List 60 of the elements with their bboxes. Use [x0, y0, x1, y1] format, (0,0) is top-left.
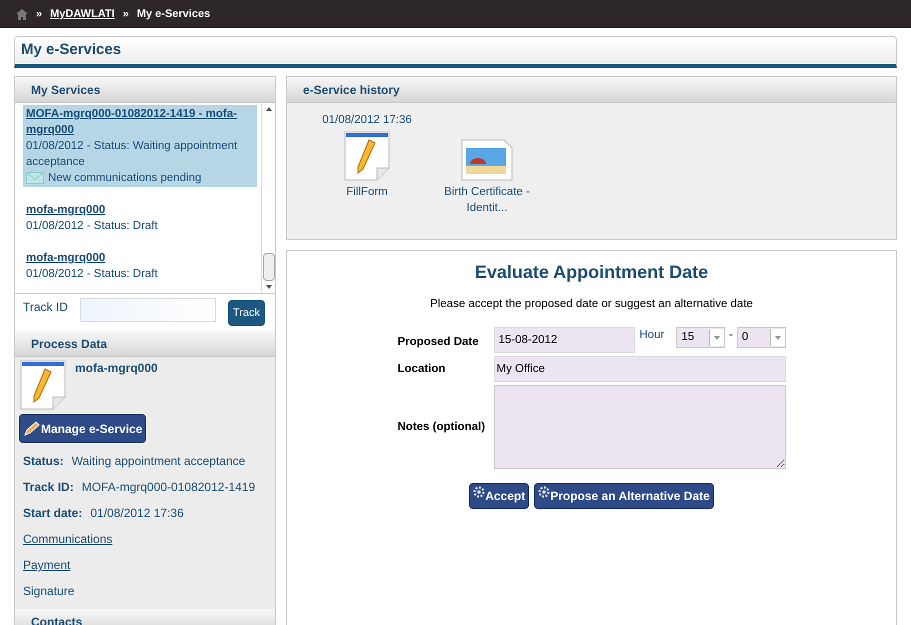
field-label: Status: — [23, 453, 64, 470]
form-instruction: Please accept the proposed date or suggest an alternative date — [430, 297, 753, 312]
service-item[interactable]: mofa-mgrq000 01/08/2012 - Status: Draft — [23, 201, 257, 235]
panel-title: e-Service history — [303, 82, 400, 98]
history-item-label[interactable]: Birth Certificate - Identit... — [437, 184, 537, 216]
service-link[interactable]: mofa-mgrq000 — [26, 250, 254, 266]
hour-select[interactable]: 15 — [676, 327, 725, 348]
form-title: Evaluate Appointment Date — [474, 261, 708, 284]
panel-title: My Services — [31, 82, 100, 98]
service-status: 01/08/2012 - Status: Waiting appointment acceptance — [26, 139, 238, 170]
location-field[interactable]: My Office — [494, 356, 786, 382]
action-button[interactable]: Accept — [469, 483, 530, 510]
service-item[interactable]: MOFA-mgrq000-01082012-1419 - mofa-mgrq000 01/08/2012 - Status: Waiting appointment acceptance New communications pending — [23, 105, 257, 187]
field-label: Start date: — [23, 505, 82, 522]
scrollbar[interactable] — [261, 103, 275, 293]
service-link[interactable]: MOFA-mgrq000-01082012-1419 - mofa-mgrq000 — [26, 106, 254, 138]
breadcrumb-link[interactable]: MyDAWLATI — [50, 6, 115, 22]
proposed-date-field[interactable]: 15-08-2012 — [494, 327, 636, 354]
form-icon — [343, 130, 391, 182]
process-link[interactable]: Communications — [23, 530, 112, 548]
field-value: 01/08/2012 17:36 — [90, 505, 184, 522]
breadcrumb-separator: » — [36, 6, 42, 22]
notice-text: New communications pending — [48, 171, 202, 186]
home-icon[interactable] — [16, 8, 28, 20]
service-item[interactable]: mofa-mgrq000 01/08/2012 - Status: Draft — [23, 249, 257, 283]
gear-icon — [538, 486, 550, 498]
form-icon — [19, 359, 67, 411]
track-button[interactable]: Track — [228, 300, 265, 326]
envelope-icon — [26, 172, 44, 184]
service-status: 01/08/2012 - Status: Draft — [26, 219, 159, 234]
dropdown-icon — [708, 329, 724, 346]
notes-field[interactable] — [494, 385, 786, 470]
service-status: 01/08/2012 - Status: Draft — [26, 267, 159, 282]
history-item-label[interactable]: FillForm — [317, 184, 417, 200]
dropdown-icon — [770, 329, 784, 346]
action-button[interactable]: Propose an Alternative Date — [534, 483, 714, 510]
field-label: Track ID: — [23, 479, 74, 496]
panel-title: Process Data — [31, 336, 108, 352]
service-link[interactable]: mofa-mgrq000 — [26, 202, 254, 218]
gear-icon — [473, 486, 486, 498]
process-item: Signature — [23, 583, 74, 600]
breadcrumb-separator: » — [122, 6, 129, 22]
field-value: MOFA-mgrq000-01082012-1419 — [82, 479, 256, 496]
track-id-field[interactable] — [80, 298, 216, 322]
process-link[interactable]: Payment — [23, 556, 70, 574]
minute-select[interactable]: 0 — [736, 327, 786, 348]
proposed-date-label: Proposed Date — [398, 334, 480, 350]
notes-label: Notes (optional) — [398, 420, 486, 435]
history-date: 01/08/2012 17:36 — [322, 113, 412, 128]
time-separator: - — [728, 328, 733, 344]
hour-label: Hour — [639, 328, 664, 344]
field-value: Waiting appointment acceptance — [72, 453, 246, 470]
manage-button[interactable]: Manage e-Service — [19, 414, 146, 443]
image-file-icon — [460, 138, 514, 182]
pencil-icon — [23, 420, 41, 436]
page-title: My e-Services — [21, 40, 122, 60]
track-id-label: Track ID — [23, 299, 68, 316]
process-name: mofa-mgrq000 — [75, 360, 158, 377]
location-label: Location — [398, 362, 446, 377]
breadcrumb-current: My e-Services — [136, 6, 210, 22]
